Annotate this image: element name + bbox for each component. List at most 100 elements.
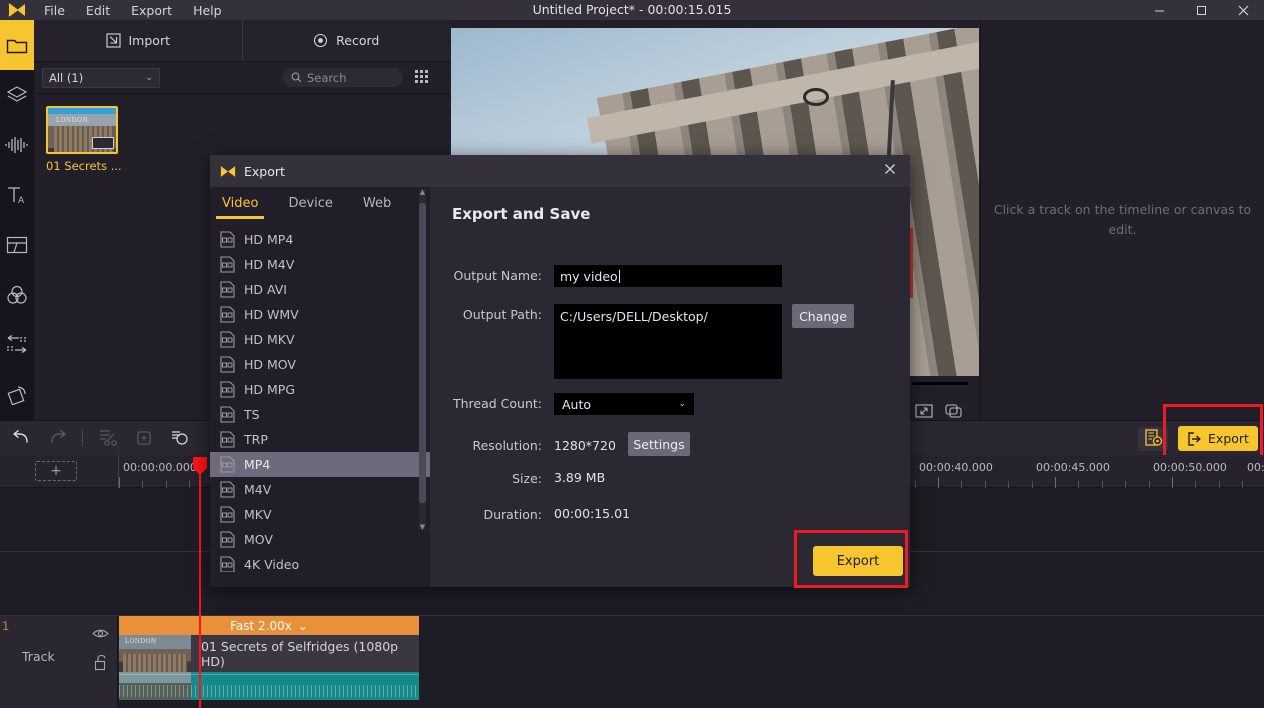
format-option-hd-wmv[interactable]: HD WMV (210, 302, 430, 327)
copy-icon[interactable] (169, 427, 191, 449)
thread-count-label: Thread Count: (452, 396, 542, 411)
menu-help[interactable]: Help (191, 2, 224, 19)
export-button-toolbar-label: Export (1208, 431, 1249, 446)
close-button[interactable] (1222, 0, 1264, 20)
format-option-hd-m4v[interactable]: HD M4V (210, 252, 430, 277)
search-icon (291, 72, 302, 83)
scroll-down-arrow[interactable]: ▼ (419, 523, 426, 531)
clip-audio-waveform[interactable] (119, 672, 419, 700)
media-filter-select[interactable]: All (1) ⌄ (42, 67, 160, 88)
format-option-hd-mpg[interactable]: HD MPG (210, 377, 430, 402)
sidebar-item-split-screen[interactable] (0, 220, 34, 270)
clip-speed-badge[interactable]: Fast 2.00x ⌄ (119, 616, 419, 635)
output-name-input[interactable]: my video (554, 265, 782, 287)
export-button-dialog[interactable]: Export (813, 546, 903, 576)
waveform-icon (5, 136, 29, 154)
playhead-line (199, 470, 201, 708)
chevron-down-icon: ⌄ (297, 618, 308, 633)
maximize-button[interactable] (1180, 0, 1222, 20)
sidebar-item-titles[interactable]: A (0, 170, 34, 220)
track-number: 1 (2, 619, 10, 633)
svg-text:A: A (18, 196, 25, 205)
thread-count-field-row: Thread Count: Auto ⌄ (430, 393, 694, 415)
format-option-mkv[interactable]: MKV (210, 502, 430, 527)
output-path-value: C:/Users/DELL/Desktop/ (560, 309, 708, 324)
layers-icon (6, 85, 28, 105)
ruler-tick (1148, 481, 1150, 488)
format-list[interactable]: HD MP4 HD M4V HD AVI HD WMV HD MKV HD MOV HD M… (210, 227, 430, 572)
format-option-hd-avi[interactable]: HD AVI (210, 277, 430, 302)
format-option-m4v[interactable]: M4V (210, 477, 430, 502)
format-option-trp[interactable]: TRP (210, 427, 430, 452)
format-option-mp4[interactable]: MP4 (210, 452, 430, 477)
media-thumbnail[interactable]: LONDON (46, 106, 118, 154)
preview-scrub-line[interactable] (912, 382, 968, 385)
expand-icon[interactable] (915, 404, 933, 418)
unlock-icon[interactable] (94, 654, 109, 671)
project-settings-icon[interactable] (1138, 426, 1168, 451)
format-option-mov[interactable]: MOV (210, 527, 430, 552)
export-settings-heading: Export and Save (452, 205, 591, 223)
format-option-label: HD MKV (244, 332, 295, 347)
clip-body[interactable]: LONDON 01 Secrets of Selfridges (1080p H… (119, 635, 419, 672)
minimize-button[interactable] (1138, 0, 1180, 20)
output-path-input[interactable]: C:/Users/DELL/Desktop/ (554, 304, 782, 379)
format-option-hd-mp4[interactable]: HD MP4 (210, 227, 430, 252)
thread-count-select[interactable]: Auto ⌄ (554, 393, 694, 415)
size-field-row: Size: 3.89 MB (430, 468, 605, 486)
tab-web[interactable]: Web (363, 196, 391, 219)
tab-record[interactable]: Record (241, 20, 451, 61)
format-option-ts[interactable]: TS (210, 402, 430, 427)
sidebar-item-elements[interactable] (0, 370, 34, 420)
menu-edit[interactable]: Edit (84, 2, 112, 19)
chevron-down-icon: ⌄ (678, 399, 686, 409)
toolbar-divider (82, 429, 83, 447)
tab-record-label: Record (336, 33, 380, 48)
search-input[interactable]: Search (283, 68, 403, 87)
format-option-label: TS (244, 407, 260, 422)
change-path-button[interactable]: Change (792, 304, 854, 328)
redo-button[interactable] (46, 427, 68, 449)
format-option-4k-video[interactable]: 4K Video (210, 552, 430, 572)
crop-add-icon[interactable] (133, 427, 155, 449)
sidebar-item-transitions[interactable] (0, 320, 34, 370)
format-sidebar: Video Device Web HD MP4 HD M4V HD AVI HD WM… (210, 187, 430, 587)
track-label: Track (22, 649, 55, 664)
menu-file[interactable]: File (42, 2, 67, 19)
add-track-button[interactable]: + (35, 461, 77, 481)
dialog-close-button[interactable] (884, 163, 896, 175)
scrollbar-thumb[interactable] (419, 203, 426, 503)
menu-export[interactable]: Export (129, 2, 174, 19)
tab-import[interactable]: Import (34, 20, 242, 61)
scroll-up-arrow[interactable]: ▲ (419, 188, 426, 196)
split-scissors-icon[interactable] (97, 427, 119, 449)
grid-view-icon[interactable] (415, 70, 430, 85)
format-option-hd-mov[interactable]: HD MOV (210, 352, 430, 377)
resolution-settings-button[interactable]: Settings (628, 432, 690, 456)
tab-device[interactable]: Device (288, 196, 332, 219)
duration-field-row: Duration: 00:00:15.01 (430, 504, 630, 522)
ruler-tick (165, 481, 167, 488)
export-button-toolbar[interactable]: Export (1178, 426, 1258, 451)
resolution-field-row: Resolution: 1280*720 Settings (430, 432, 690, 456)
tab-import-label: Import (128, 33, 171, 48)
sidebar-item-effects[interactable] (0, 70, 34, 120)
tab-video[interactable]: Video (215, 196, 265, 219)
sidebar-item-audio[interactable] (0, 120, 34, 170)
media-item[interactable]: LONDON 01 Secrets ... (46, 106, 126, 173)
undo-button[interactable] (10, 427, 32, 449)
text-caret (618, 269, 620, 283)
eye-icon[interactable] (92, 628, 109, 639)
format-list-scrollbar[interactable]: ▲ ▼ (419, 188, 426, 531)
video-file-icon (220, 356, 235, 373)
format-option-hd-mkv[interactable]: HD MKV (210, 327, 430, 352)
ruler-tick (1101, 481, 1103, 488)
sidebar-item-filters[interactable] (0, 270, 34, 320)
format-option-label: HD MPG (244, 382, 296, 397)
timeline-clip[interactable]: Fast 2.00x ⌄ LONDON 01 Secrets of Selfri… (119, 616, 419, 700)
track-header[interactable]: 1 Track (0, 616, 118, 708)
preview-lamp (803, 88, 829, 106)
duplicate-icon[interactable] (945, 404, 963, 418)
video-file-icon (220, 556, 235, 572)
sidebar-item-media-library[interactable] (0, 20, 34, 70)
